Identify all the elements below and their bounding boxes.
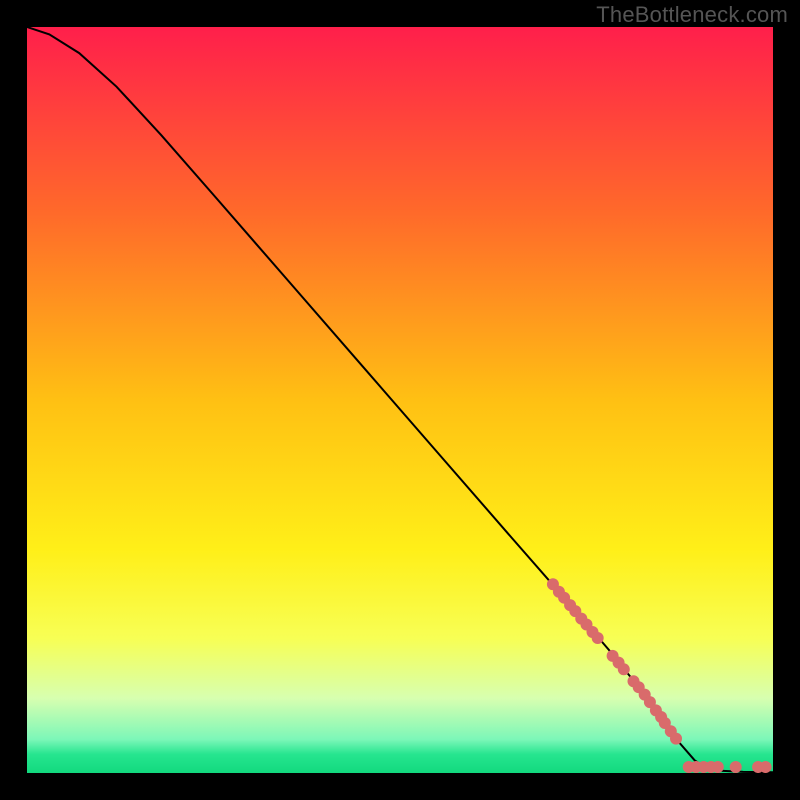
scatter-dot bbox=[730, 761, 742, 773]
scatter-dot bbox=[760, 761, 772, 773]
scatter-dot bbox=[712, 761, 724, 773]
gradient-background bbox=[27, 27, 773, 773]
watermark-text: TheBottleneck.com bbox=[596, 2, 788, 28]
scatter-dot bbox=[592, 632, 604, 644]
plot-area bbox=[27, 27, 773, 773]
chart-stage: TheBottleneck.com bbox=[0, 0, 800, 800]
scatter-dot bbox=[618, 663, 630, 675]
plot-svg bbox=[27, 27, 773, 773]
scatter-dot bbox=[670, 733, 682, 745]
